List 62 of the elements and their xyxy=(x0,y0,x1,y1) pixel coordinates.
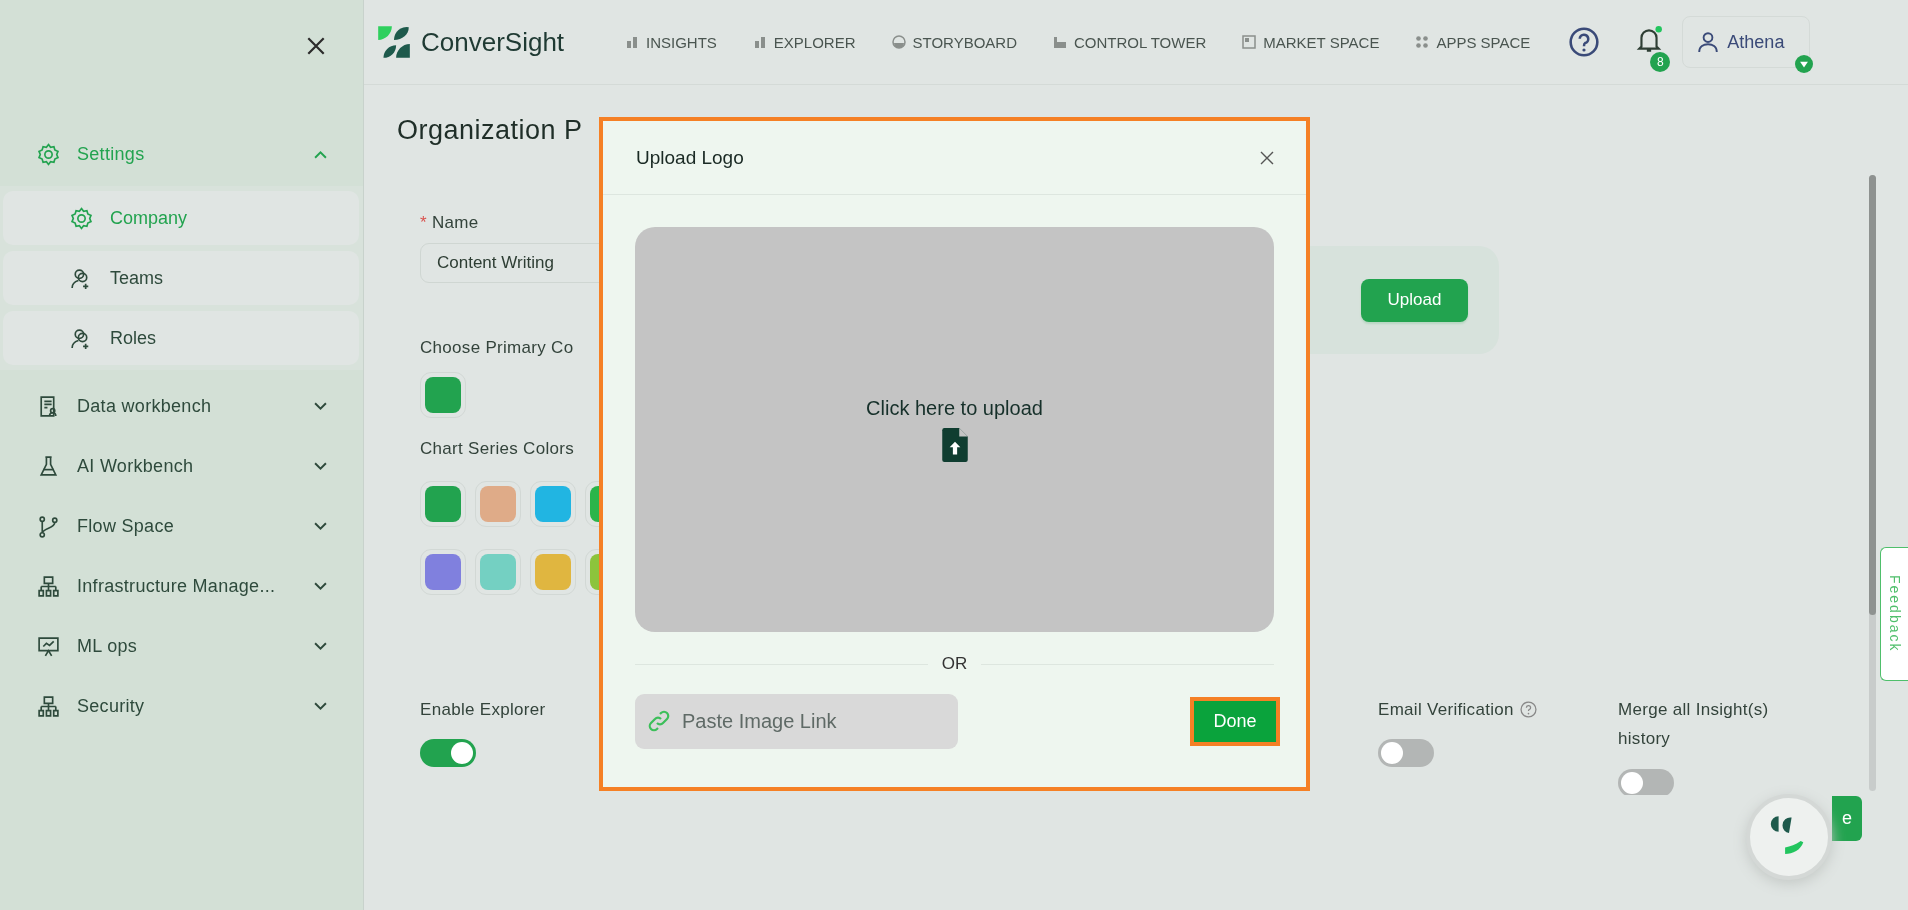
sidebar-item[interactable]: Flow Space xyxy=(0,496,363,556)
field-label: Choose Primary Co xyxy=(420,338,574,358)
nav-icon xyxy=(752,35,767,49)
sidebar-icon xyxy=(36,513,61,539)
nav-link[interactable]: STORYBOARD xyxy=(891,33,1018,51)
color-swatch[interactable] xyxy=(420,481,466,527)
color-swatch[interactable] xyxy=(420,549,466,595)
sidebar-item[interactable]: AI Workbench xyxy=(0,436,363,496)
nav-link[interactable]: CONTROL TOWER xyxy=(1053,33,1207,51)
nav-link[interactable]: MARKET SPACE xyxy=(1242,33,1380,51)
nav-icon xyxy=(891,35,906,49)
dialog-title: Upload Logo xyxy=(636,146,744,169)
toggle-label: Email Verification xyxy=(1378,698,1514,721)
dropdown-icon xyxy=(1795,55,1814,73)
sidebar-item[interactable]: ML ops xyxy=(0,616,363,676)
toggle-label: Enable Explorer xyxy=(420,698,546,721)
field-label: Chart Series Colors xyxy=(420,439,575,459)
or-divider-text: OR xyxy=(941,654,968,674)
file-upload-icon xyxy=(941,428,968,462)
nav-link[interactable]: EXPLORER xyxy=(752,33,856,51)
color-swatch[interactable] xyxy=(530,549,576,595)
dropzone-text: Click here to upload xyxy=(866,397,1043,420)
upload-dropzone[interactable]: Click here to upload xyxy=(635,227,1274,632)
submenu-item[interactable]: Teams xyxy=(3,251,359,305)
nav-icon xyxy=(625,35,639,49)
color-swatch[interactable] xyxy=(475,481,521,527)
toggle-switch[interactable] xyxy=(420,739,476,767)
sidebar-icon xyxy=(36,573,61,599)
toggle-switch[interactable] xyxy=(1378,739,1434,767)
nav-link[interactable]: APPS SPACE xyxy=(1415,33,1531,51)
sidebar-item[interactable]: Security xyxy=(0,676,363,736)
nav-link[interactable]: INSIGHTS xyxy=(625,33,717,51)
user-icon xyxy=(1697,31,1720,53)
submenu-item[interactable]: Roles xyxy=(3,311,359,365)
upload-button[interactable]: Upload xyxy=(1361,278,1468,322)
done-button[interactable]: Done xyxy=(1194,701,1276,742)
scrollbar-thumb[interactable] xyxy=(1869,175,1876,615)
nav-icon xyxy=(1053,35,1068,49)
nav-icon xyxy=(1415,35,1430,49)
logo-icon xyxy=(375,23,413,61)
page-title: Organization P xyxy=(397,115,584,146)
color-swatch[interactable] xyxy=(530,481,576,527)
bell-icon[interactable] xyxy=(1636,26,1663,54)
sidebar-icon xyxy=(36,141,61,167)
link-icon xyxy=(647,709,671,733)
logo-text: ConverSight xyxy=(421,26,565,58)
color-swatch[interactable] xyxy=(420,372,466,418)
sidebar-item[interactable]: Infrastructure Manage... xyxy=(0,556,363,616)
image-link-field[interactable]: Paste Image Link xyxy=(635,694,958,749)
color-swatch[interactable] xyxy=(475,549,521,595)
sidebar-item[interactable]: Data workbench xyxy=(0,376,363,436)
help-icon[interactable] xyxy=(1568,26,1601,58)
toggle-switch[interactable] xyxy=(1618,769,1674,795)
toggle-label: Merge all Insight(s) history xyxy=(1618,699,1770,750)
notification-badge: 8 xyxy=(1650,52,1671,72)
nav-icon xyxy=(1242,35,1257,49)
field-label: * Name xyxy=(420,213,479,233)
submenu-icon xyxy=(69,205,94,231)
close-icon[interactable] xyxy=(1260,150,1274,165)
sidebar-icon xyxy=(36,693,61,719)
close-icon[interactable] xyxy=(305,35,327,57)
save-button[interactable]: e xyxy=(1832,796,1862,841)
